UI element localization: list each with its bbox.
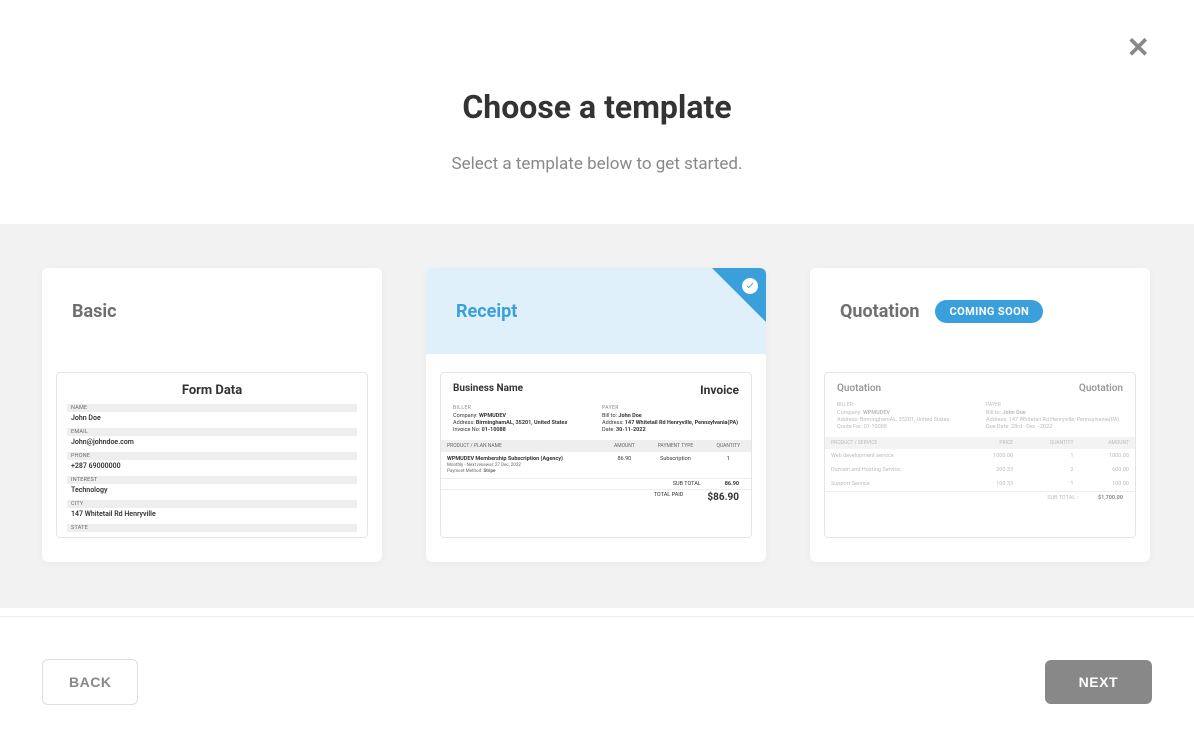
page-header: Choose a template Select a template belo… xyxy=(0,0,1194,224)
template-cards-area: Basic Form Data NAMEJohn Doe EMAILJohn@j… xyxy=(0,224,1194,608)
quotation-head-right: Quotation xyxy=(1079,383,1123,394)
biller-invoice-no: Invoice No: 01-10088 xyxy=(453,427,590,433)
field-value: +287 69000000 xyxy=(67,460,357,472)
th: QUANTITY xyxy=(1019,437,1079,449)
payer-date: Date: 30-11-2022 xyxy=(602,427,739,433)
payer-title: PAYER xyxy=(602,405,739,411)
type-cell: Subscription xyxy=(645,452,705,478)
payer-address: Address: 147 Whitetail Rd Henryville, Pe… xyxy=(602,420,739,426)
total-row: TOTAL PAID $86.90 xyxy=(441,490,751,505)
q-row-price: 1000.00 xyxy=(965,449,1019,463)
card-title: Receipt xyxy=(456,301,517,322)
field-value: 147 Whitetail Rd Henryville xyxy=(67,508,357,520)
form-data-heading: Form Data xyxy=(57,373,367,404)
preview-wrap: Business Name Invoice BILLER Company: WP… xyxy=(426,354,766,552)
th: PRODUCT / PLAN NAME xyxy=(441,440,604,452)
qty-cell: 1 xyxy=(706,452,751,478)
q-address: Address: BirminghamAL, 35201, United Sta… xyxy=(837,417,974,423)
template-card-receipt[interactable]: Receipt Business Name Invoice BILLER Com… xyxy=(426,268,766,562)
preview-receipt: Business Name Invoice BILLER Company: WP… xyxy=(440,372,752,538)
q-row-name: Web development service xyxy=(825,449,965,463)
th: AMOUNT xyxy=(604,440,646,452)
field-label: PHONE xyxy=(67,452,357,460)
q-row-amount: 100.00 xyxy=(1079,477,1135,491)
quotation-table: PRODUCT / SERVICE PRICE QUANTITY AMOUNT … xyxy=(825,437,1135,491)
payer-bill-to: Bill to: John Doe xyxy=(602,413,739,419)
preview-basic: Form Data NAMEJohn Doe EMAILJohn@johndoe… xyxy=(56,372,368,538)
q-row-price: 100.33 xyxy=(965,477,1019,491)
page-title: Choose a template xyxy=(0,88,1194,126)
check-icon xyxy=(742,278,758,294)
th: QUANTITY xyxy=(706,440,751,452)
quotation-head-left: Quotation xyxy=(837,383,881,394)
q-row-name: Domain and Hosting Service. xyxy=(825,463,965,477)
q-biller-title: BILLER xyxy=(837,402,974,408)
page-subtitle: Select a template below to get started. xyxy=(0,154,1194,174)
back-button[interactable]: BACK xyxy=(42,659,138,705)
close-icon[interactable]: ✕ xyxy=(1127,34,1150,62)
product-sub1: Monthly - Next renewal: 27 Dec, 2022 xyxy=(447,463,521,468)
q-row-qty: 1 xyxy=(1019,477,1079,491)
product-sub2: Payment Method: Stripe xyxy=(447,469,495,474)
q-payer-title: PAYER xyxy=(986,402,1123,408)
th: PAYMENT TYPE xyxy=(645,440,705,452)
q-row-qty: 2 xyxy=(1019,463,1079,477)
th: PRICE xyxy=(965,437,1019,449)
template-card-basic[interactable]: Basic Form Data NAMEJohn Doe EMAILJohn@j… xyxy=(42,268,382,562)
coming-soon-badge: COMING SOON xyxy=(935,300,1043,323)
th: PRODUCT / SERVICE xyxy=(825,437,965,449)
card-title: Basic xyxy=(72,301,117,322)
field-label: CITY xyxy=(67,500,357,508)
card-header: Receipt xyxy=(426,268,766,354)
card-header: Basic xyxy=(42,268,382,354)
q-row-name: Support Service xyxy=(825,477,965,491)
q-bill-to: Bill to: John Doe xyxy=(986,410,1123,416)
selected-ribbon xyxy=(712,268,766,322)
field-label: NAME xyxy=(67,404,357,412)
footer: BACK NEXT xyxy=(0,616,1194,746)
receipt-table: PRODUCT / PLAN NAME AMOUNT PAYMENT TYPE … xyxy=(441,440,751,478)
q-quote-for: Quote For: 01-10088 xyxy=(837,424,974,430)
biller-address: Address: BirminghamAL, 35201, United Sta… xyxy=(453,420,590,426)
q-row-amount: 1000.00 xyxy=(1079,449,1135,463)
preview-wrap: Form Data NAMEJohn Doe EMAILJohn@johndoe… xyxy=(42,354,382,552)
q-row-price: 300.33 xyxy=(965,463,1019,477)
q-due-date: Due Date: 28rd - Dec - 2022 xyxy=(986,424,1123,430)
q-row-amount: 600.00 xyxy=(1079,463,1135,477)
product-name: WPMUDEV Membership Subscription (Agency) xyxy=(447,456,563,462)
preview-wrap: Quotation Quotation BILLER Company: WPMU… xyxy=(810,354,1150,552)
next-button[interactable]: NEXT xyxy=(1045,660,1152,704)
card-header: Quotation COMING SOON xyxy=(810,268,1150,354)
card-title: Quotation xyxy=(840,301,919,322)
field-value: Technology xyxy=(67,484,357,496)
q-row-qty: 1 xyxy=(1019,449,1079,463)
template-card-quotation: Quotation COMING SOON Quotation Quotatio… xyxy=(810,268,1150,562)
th: AMOUNT xyxy=(1079,437,1135,449)
biller-company: Company: WPMUDEV xyxy=(453,413,590,419)
amount-cell: 86.90 xyxy=(604,452,646,478)
field-value: John Doe xyxy=(67,412,357,424)
q-subtotal-row: SUB TOTAL : $1,700.00 xyxy=(825,491,1135,504)
business-name: Business Name xyxy=(453,383,523,397)
subtotal-row: SUB TOTAL 86.90 xyxy=(441,478,751,490)
q-address2: Address: 147 Whitetail Rd Henryville, Pe… xyxy=(986,417,1123,423)
invoice-label: Invoice xyxy=(700,383,739,397)
biller-title: BILLER xyxy=(453,405,590,411)
field-label: STATE xyxy=(67,524,357,532)
field-label: INTEREST xyxy=(67,476,357,484)
field-label: EMAIL xyxy=(67,428,357,436)
q-company: Company: WPMUDEV xyxy=(837,410,974,416)
field-value: John@johndoe.com xyxy=(67,436,357,448)
preview-quotation: Quotation Quotation BILLER Company: WPMU… xyxy=(824,372,1136,538)
